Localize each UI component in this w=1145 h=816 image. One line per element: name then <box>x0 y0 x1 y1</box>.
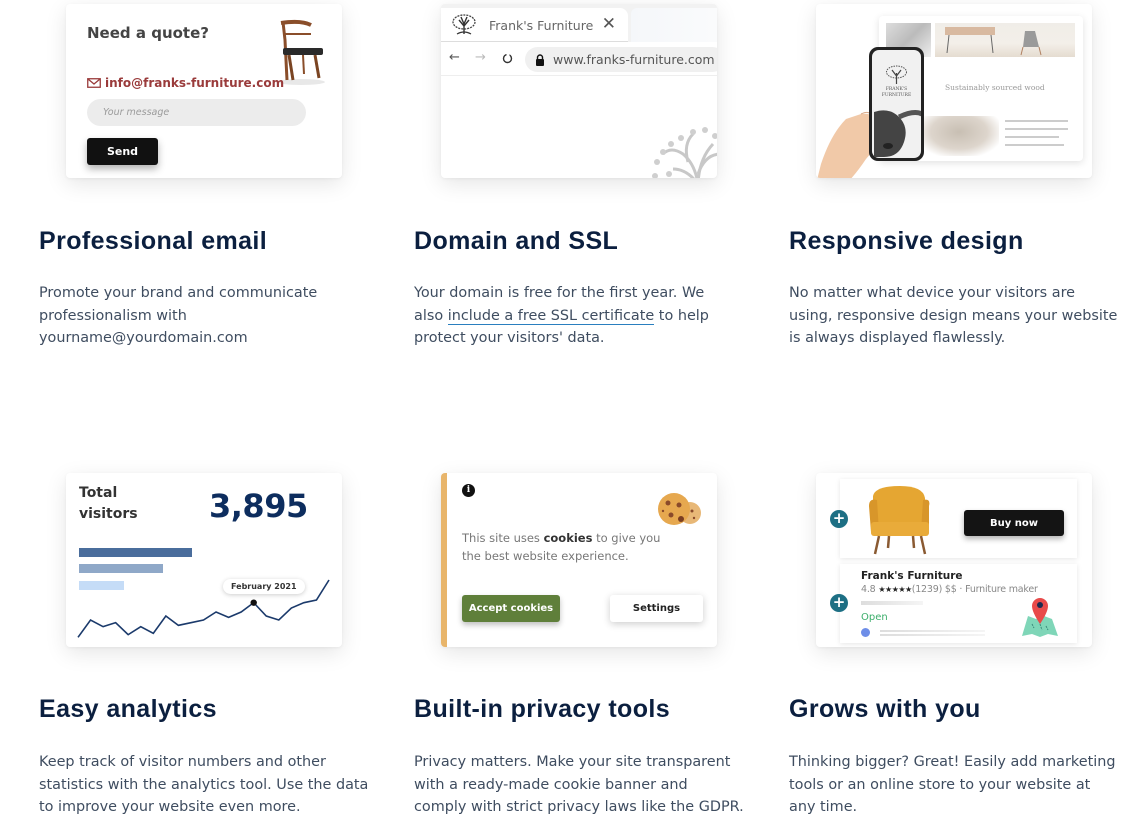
send-button[interactable]: Send <box>87 138 158 165</box>
star-rating-icon: ★★★★★ <box>878 585 912 594</box>
message-text: This site uses <box>462 531 544 545</box>
responsive-feature-card: Sustainably sourced wood FRANK'S FURNITU… <box>816 4 1092 178</box>
highlighted-point[interactable] <box>250 599 257 606</box>
email-address: info@franks-furniture.com <box>105 76 285 90</box>
reload-icon[interactable] <box>502 53 513 64</box>
email-contact[interactable]: info@franks-furniture.com <box>87 76 284 90</box>
review-count: (1239) <box>911 584 943 595</box>
add-block-icon[interactable]: + <box>830 594 848 612</box>
placeholder-bar <box>861 601 923 605</box>
hand-image <box>817 111 875 178</box>
visitors-count: 3,895 <box>209 487 308 525</box>
analytics-feature-card: Total visitors 3,895 February 2021 <box>66 473 342 647</box>
browser-nav-bar: ← → www.franks-furniture.com <box>441 42 717 76</box>
feature-description: Your domain is free for the first year. … <box>414 282 734 350</box>
feature-description: No matter what device your visitors are … <box>789 285 1118 346</box>
back-arrow-icon[interactable]: ← <box>449 50 460 65</box>
text-placeholder-line <box>1005 120 1068 122</box>
tree-logo-icon <box>452 14 476 35</box>
banner-accent-stripe <box>441 473 447 647</box>
ssl-certificate-link[interactable]: include a free SSL certificate <box>447 307 655 325</box>
label-line: visitors <box>79 506 138 522</box>
label-line: Total <box>79 485 118 501</box>
wood-photo <box>919 116 999 156</box>
feature-description: Keep track of visitor numbers and other … <box>39 754 369 815</box>
close-tab-icon[interactable]: ✕ <box>602 14 616 34</box>
feature-title: Grows with you <box>789 695 981 723</box>
text-placeholder-line <box>1005 136 1059 138</box>
inactive-tab[interactable] <box>631 8 717 42</box>
browser-feature-card: Frank's Furniture ✕ ← → www.franks-furni… <box>441 4 717 178</box>
map-pin-icon <box>1022 598 1058 637</box>
message-emphasis: cookies <box>543 531 593 545</box>
tab-title: Frank's Furniture <box>489 17 594 33</box>
cookie-icon <box>658 493 701 525</box>
tree-watermark-icon <box>652 127 717 178</box>
privacy-feature-card: i This site uses cookies to give you the… <box>441 473 717 647</box>
envelope-icon <box>87 78 101 88</box>
feature-description: Promote your brand and communicate profe… <box>39 285 318 346</box>
feature-title: Responsive design <box>789 227 1024 255</box>
brand-line: FURNITURE <box>881 93 912 98</box>
buy-now-button[interactable]: Buy now <box>964 510 1064 536</box>
business-listing-block: Frank's Furniture 4.8 ★★★★★(1239) $$ · F… <box>840 564 1077 643</box>
visitors-label: Total visitors <box>79 483 138 525</box>
feature-title: Domain and SSL <box>414 227 619 255</box>
email-feature-card: Need a quote? info@franks-furniture.com … <box>66 4 342 178</box>
add-block-icon[interactable]: + <box>830 510 848 528</box>
feature-title: Easy analytics <box>39 695 217 723</box>
interior-photo <box>935 23 1075 57</box>
feature-description: Privacy matters. Make your site transpar… <box>414 754 744 815</box>
lock-icon <box>536 53 544 66</box>
desktop-caption: Sustainably sourced wood <box>945 83 1045 92</box>
browser-tab[interactable]: Frank's Furniture ✕ <box>441 8 628 42</box>
address-bar[interactable]: www.franks-furniture.com <box>525 47 717 72</box>
feature-title: Built-in privacy tools <box>414 695 671 723</box>
cookie-message: This site uses cookies to give you the b… <box>462 529 677 565</box>
feature-description: Thinking bigger? Great! Easily add marke… <box>789 754 1116 815</box>
cookie-settings-button[interactable]: Settings <box>610 595 703 622</box>
rating-value: 4.8 <box>861 584 876 595</box>
phone-screen: FRANK'S FURNITURE <box>872 50 921 158</box>
grows-feature-card: Buy now + Frank's Furniture 4.8 ★★★★★(12… <box>816 473 1092 647</box>
placeholder-bar <box>880 634 985 636</box>
message-input[interactable] <box>87 99 306 126</box>
avatar-icon <box>861 628 870 637</box>
info-icon: i <box>462 484 475 497</box>
driftwood-image <box>874 110 921 157</box>
accept-cookies-button[interactable]: Accept cookies <box>462 595 560 622</box>
product-block: Buy now <box>840 479 1077 558</box>
open-status: Open <box>861 612 888 623</box>
business-name: Frank's Furniture <box>861 570 963 582</box>
text-placeholder-line <box>1005 144 1064 146</box>
text-placeholder-line <box>1005 128 1068 130</box>
phone-preview: FRANK'S FURNITURE <box>869 47 924 161</box>
placeholder-bar <box>880 630 985 632</box>
armchair-image <box>869 486 930 555</box>
quote-heading: Need a quote? <box>87 24 209 42</box>
business-meta: 4.8 ★★★★★(1239) $$ · Furniture maker <box>861 584 1038 595</box>
forward-arrow-icon[interactable]: → <box>475 50 486 65</box>
tree-logo-icon <box>886 65 907 84</box>
url-text: www.franks-furniture.com <box>553 52 715 67</box>
feature-title: Professional email <box>39 227 268 255</box>
visitor-bar <box>79 548 192 557</box>
phone-brand: FRANK'S FURNITURE <box>872 87 921 99</box>
chart-tooltip: February 2021 <box>223 579 305 594</box>
